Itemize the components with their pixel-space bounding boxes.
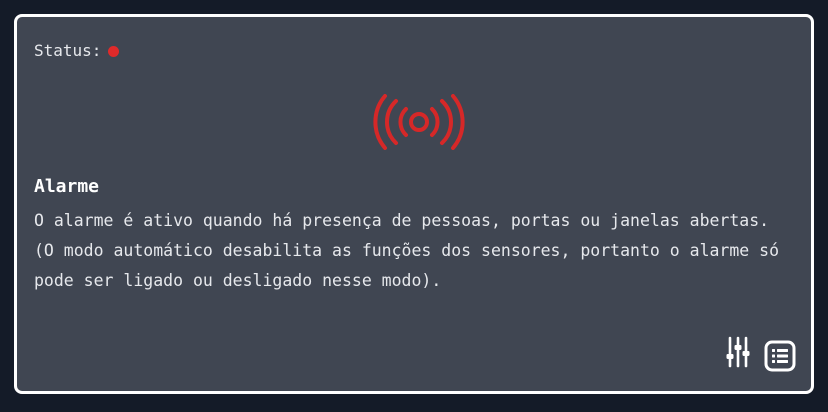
card-title: Alarme bbox=[34, 176, 100, 197]
list-icon[interactable] bbox=[764, 340, 796, 372]
card-description: O alarme é ativo quando há presença de p… bbox=[34, 206, 804, 296]
description-line-2: (O modo automático desabilita as funções… bbox=[34, 241, 780, 290]
status-label: Status: bbox=[34, 41, 102, 60]
alarm-card: Status: Alarme O alarme é ativo quando h… bbox=[14, 14, 814, 394]
status-indicator bbox=[108, 45, 120, 57]
sliders-icon[interactable] bbox=[725, 336, 751, 368]
alarm-broadcast-icon bbox=[373, 94, 465, 150]
status-row: Status: bbox=[34, 41, 120, 61]
description-line-1: O alarme é ativo quando há presença de p… bbox=[34, 211, 770, 230]
